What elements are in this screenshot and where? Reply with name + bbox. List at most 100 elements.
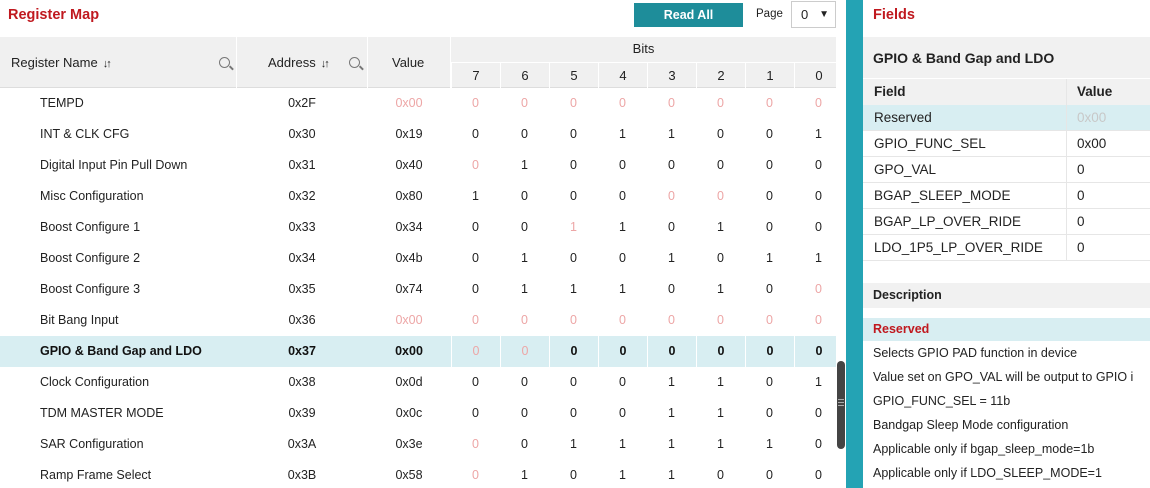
field-value[interactable]: 0	[1077, 214, 1085, 229]
read-all-registers-button[interactable]: Read All Registers	[634, 3, 743, 46]
register-value: 0x80	[395, 189, 423, 203]
table-row[interactable]: Clock Configuration 0x38 0x0d 0 0 0 0 1 1 0 1	[0, 367, 836, 398]
column-header-address[interactable]: Address ↓↑	[268, 55, 330, 70]
column-header-label: Address	[268, 55, 316, 70]
field-value[interactable]: 0	[1077, 240, 1085, 255]
table-row[interactable]: Boost Configure 2 0x34 0x4b 0 1 0 0 1 0 1 1	[0, 243, 836, 274]
field-row[interactable]: GPO_VAL 0	[863, 157, 1150, 183]
table-row[interactable]: GPIO & Band Gap and LDO 0x37 0x00 0 0 0 0 0 0 0 0	[0, 336, 836, 367]
bit-cell: 1	[668, 437, 675, 451]
register-name: Boost Configure 2	[40, 251, 141, 265]
register-name: TDM MASTER MODE	[40, 406, 164, 420]
bit-cell: 0	[521, 313, 528, 327]
bit-cell: 0	[668, 96, 675, 110]
register-address: 0x36	[288, 313, 316, 327]
bit-cell: 0	[717, 313, 724, 327]
register-value: 0x0c	[395, 406, 423, 420]
field-row[interactable]: BGAP_SLEEP_MODE 0	[863, 183, 1150, 209]
bit-cell: 1	[472, 189, 479, 203]
field-row[interactable]: BGAP_LP_OVER_RIDE 0	[863, 209, 1150, 235]
bit-cell: 0	[472, 127, 479, 141]
bit-cell: 0	[472, 96, 479, 110]
table-row[interactable]: SAR Configuration 0x3A 0x3e 0 0 1 1 1 1 1 0	[0, 429, 836, 460]
field-row[interactable]: Reserved 0x00	[863, 105, 1150, 131]
table-row[interactable]: TDM MASTER MODE 0x39 0x0c 0 0 0 0 1 1 0 0	[0, 398, 836, 429]
bit-header-4: 4	[598, 63, 647, 88]
panel-divider[interactable]	[846, 0, 863, 488]
column-header-value: Value	[392, 55, 425, 70]
field-name: GPIO_FUNC_SEL	[874, 136, 986, 151]
search-icon[interactable]	[219, 57, 230, 68]
register-value: 0x40	[395, 158, 423, 172]
description-line: Bandgap Sleep Mode configuration	[873, 418, 1069, 432]
field-group-header: GPIO & Band Gap and LDO	[863, 37, 1150, 78]
bit-cell: 0	[619, 189, 626, 203]
field-name: BGAP_LP_OVER_RIDE	[874, 214, 1022, 229]
register-name: Bit Bang Input	[40, 313, 119, 327]
bit-header-6: 6	[500, 63, 549, 88]
field-row[interactable]: GPIO_FUNC_SEL 0x00	[863, 131, 1150, 157]
bit-cell: 0	[766, 189, 773, 203]
bit-cell: 1	[717, 220, 724, 234]
field-name: LDO_1P5_LP_OVER_RIDE	[874, 240, 1043, 255]
bit-cell: 0	[521, 96, 528, 110]
bit-cell: 1	[717, 282, 724, 296]
register-map-title: Register Map	[8, 7, 100, 23]
field-value[interactable]: 0	[1077, 162, 1085, 177]
bit-cell: 0	[472, 406, 479, 420]
page-select[interactable]: 0 ▼	[791, 1, 836, 28]
register-value: 0x19	[395, 127, 423, 141]
bit-cell: 0	[521, 406, 528, 420]
description-title: Description	[873, 288, 942, 302]
bit-cell: 0	[472, 437, 479, 451]
description-line: Applicable only if bgap_sleep_mode=1b	[873, 442, 1095, 456]
table-row[interactable]: Boost Configure 3 0x35 0x74 0 1 1 1 0 1 0 0	[0, 274, 836, 305]
column-header-bits: Bits	[451, 37, 836, 63]
table-row[interactable]: Bit Bang Input 0x36 0x00 0 0 0 0 0 0 0 0	[0, 305, 836, 336]
bit-cell: 0	[570, 468, 577, 482]
register-address: 0x3A	[287, 437, 317, 451]
description-line: GPIO_FUNC_SEL = 11b	[873, 394, 1011, 408]
bit-cell: 0	[619, 96, 626, 110]
table-row[interactable]: INT & CLK CFG 0x30 0x19 0 0 0 1 1 0 0 1	[0, 119, 836, 150]
table-row[interactable]: TEMPD 0x2F 0x00 0 0 0 0 0 0 0 0	[0, 88, 836, 119]
bit-cell: 0	[619, 158, 626, 172]
table-row[interactable]: Misc Configuration 0x32 0x80 1 0 0 0 0 0 0 0	[0, 181, 836, 212]
field-value[interactable]: 0	[1077, 188, 1085, 203]
field-row[interactable]: LDO_1P5_LP_OVER_RIDE 0	[863, 235, 1150, 261]
sort-icon[interactable]: ↓↑	[321, 58, 330, 70]
register-value: 0x74	[395, 282, 423, 296]
table-row[interactable]: Boost Configure 1 0x33 0x34 0 0 1 1 0 1 0 0	[0, 212, 836, 243]
register-value: 0x0d	[395, 375, 423, 389]
bit-header-3: 3	[647, 63, 696, 88]
register-value: 0x34	[395, 220, 423, 234]
field-value[interactable]: 0x00	[1077, 136, 1106, 151]
register-name: SAR Configuration	[40, 437, 144, 451]
scrollbar-thumb[interactable]	[837, 361, 845, 449]
bit-cell: 0	[521, 220, 528, 234]
bit-cell: 0	[766, 96, 773, 110]
bit-cell: 0	[766, 282, 773, 296]
sort-icon[interactable]: ↓↑	[103, 58, 112, 70]
field-group-title: GPIO & Band Gap and LDO	[873, 50, 1055, 66]
register-address: 0x35	[288, 282, 316, 296]
table-row[interactable]: Ramp Frame Select 0x3B 0x58 0 1 0 1 1 0 0 0	[0, 460, 836, 488]
register-name: GPIO & Band Gap and LDO	[40, 344, 202, 358]
column-header-register-name[interactable]: Register Name ↓↑	[11, 55, 112, 70]
bit-cell: 0	[717, 158, 724, 172]
bit-cell: 0	[668, 220, 675, 234]
register-value: 0x00	[395, 96, 423, 110]
description-line: Applicable only if LDO_SLEEP_MODE=1	[873, 466, 1102, 480]
bit-cell: 0	[766, 375, 773, 389]
table-row[interactable]: Digital Input Pin Pull Down 0x31 0x40 0 1 0 0 0…	[0, 150, 836, 181]
bit-header-1: 1	[745, 63, 794, 88]
register-name: Digital Input Pin Pull Down	[40, 158, 188, 172]
bit-cell: 1	[717, 375, 724, 389]
field-value[interactable]: 0x00	[1077, 110, 1106, 125]
bit-cell: 0	[668, 313, 675, 327]
bit-cell: 0	[766, 313, 773, 327]
description-line: Selects GPIO PAD function in device	[873, 346, 1078, 360]
search-icon[interactable]	[349, 57, 360, 68]
bit-cell: 0	[451, 336, 500, 367]
bit-cell: 0	[570, 251, 577, 265]
